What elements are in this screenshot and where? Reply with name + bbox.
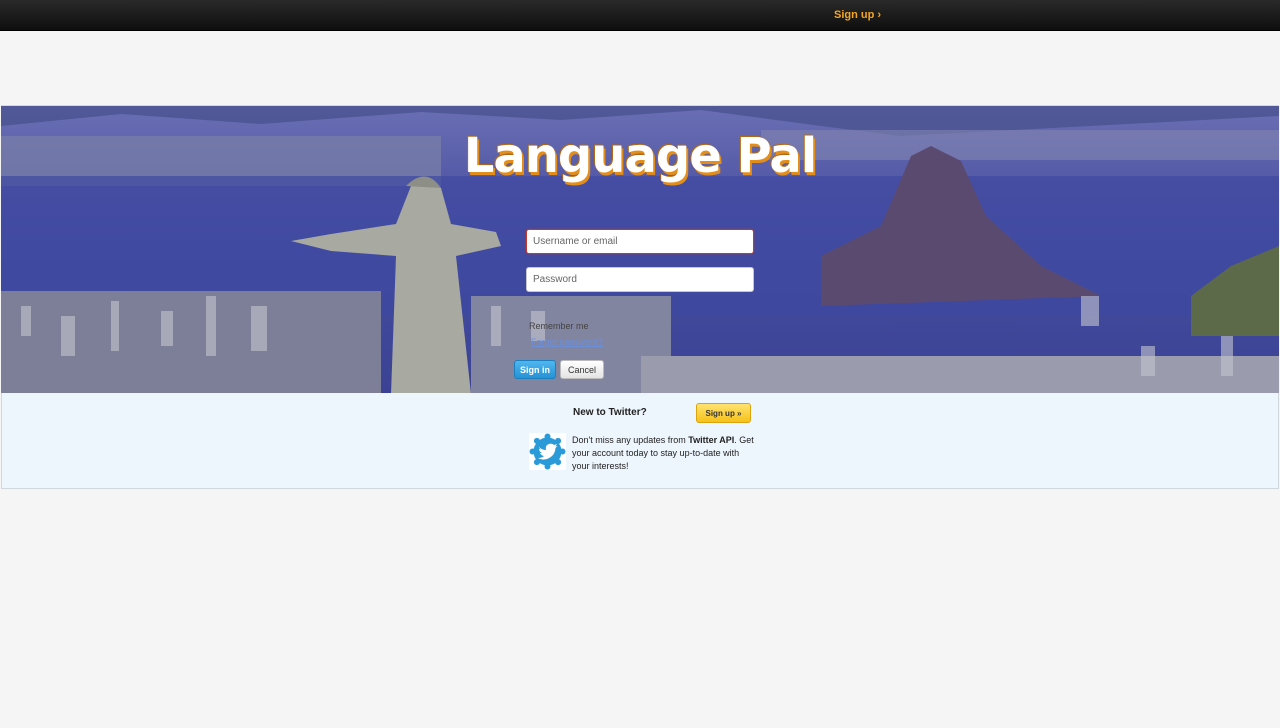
password-input[interactable] — [526, 267, 754, 292]
sign-in-button[interactable]: Sign in — [514, 360, 556, 379]
twitter-bird-icon — [529, 433, 566, 470]
cancel-button[interactable]: Cancel — [560, 360, 604, 379]
promo-account-name: Twitter API — [688, 435, 735, 445]
app-logo: Language Pal — [463, 128, 817, 184]
top-bar: Sign up › — [0, 0, 1280, 31]
forgot-password-link[interactable]: Forgot password? — [531, 337, 603, 347]
signup-button[interactable]: Sign up » — [696, 403, 751, 423]
hero-banner: Language Pal Remember me Forgot password… — [1, 105, 1279, 393]
username-input[interactable] — [526, 229, 754, 254]
remember-me-label[interactable]: Remember me — [529, 321, 589, 331]
signup-promo-text: Don't miss any updates from Twitter API.… — [572, 435, 754, 471]
topbar-signup-link[interactable]: Sign up › — [834, 9, 881, 21]
new-to-twitter-label: New to Twitter? — [573, 407, 647, 418]
signup-panel: New to Twitter? Sign up » Don't miss any… — [1, 393, 1279, 489]
